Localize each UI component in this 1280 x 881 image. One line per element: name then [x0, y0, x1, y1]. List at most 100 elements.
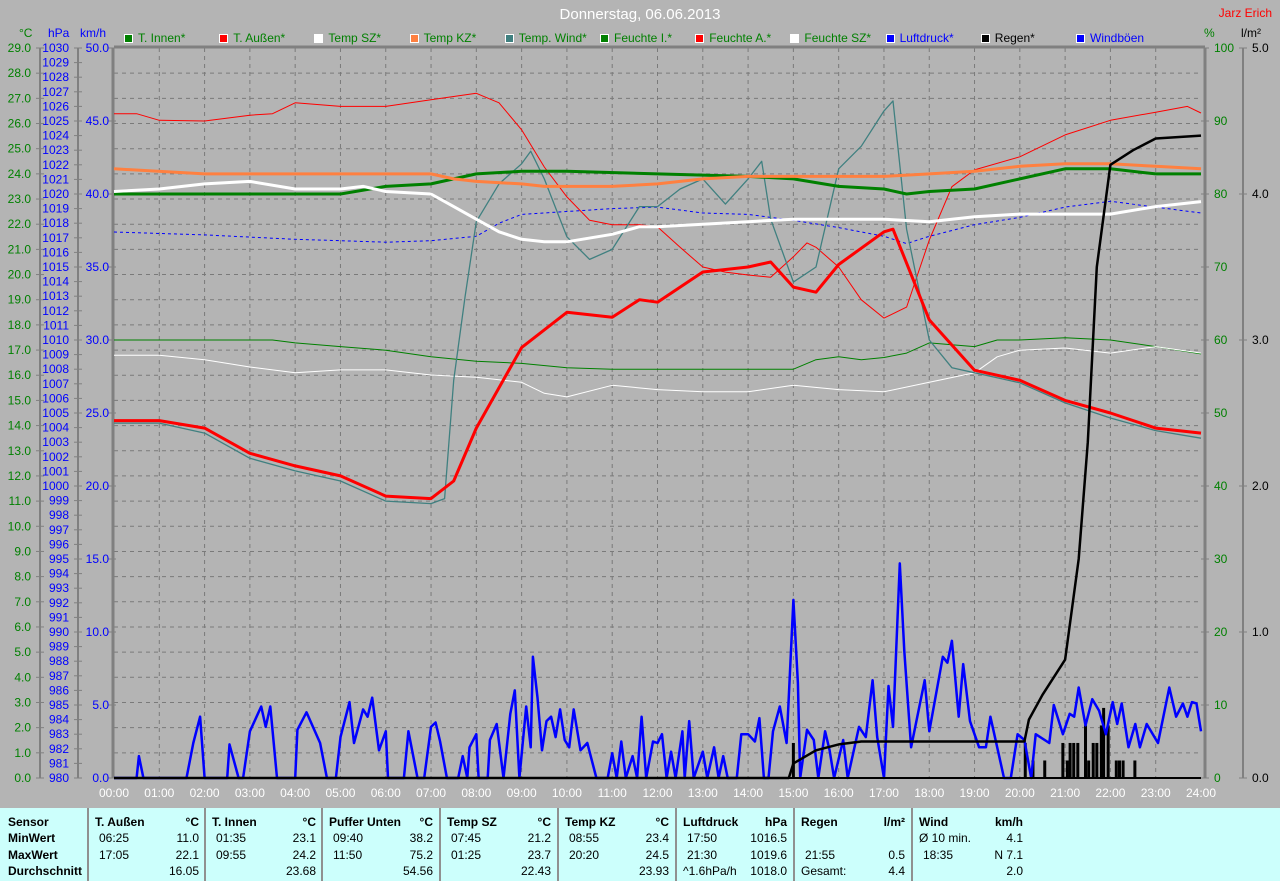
axis-tick-label: 1003: [42, 435, 69, 449]
stat-value: 11.0: [176, 831, 199, 845]
axis-tick-label: 1006: [42, 391, 69, 405]
stats-column: Wind km/h Ø 10 min. 4.1 18:35 N 7.1 2.0: [913, 808, 1029, 881]
axis-tick-label: 987: [49, 669, 69, 683]
x-tick-label: 01:00: [144, 786, 174, 800]
axis-tick-label: 10.0: [86, 625, 110, 639]
axis-hpa: 9809819829839849859869879889899909919929…: [42, 41, 82, 785]
axis-tick-label: 40: [1214, 479, 1228, 493]
axis-tick-label: 1019: [42, 202, 69, 216]
axis-tick-label: 1020: [42, 187, 69, 201]
axis-tick-label: 2.0: [14, 721, 31, 735]
axis-tick-label: 1.0: [14, 746, 31, 760]
stat-value: 22.1: [175, 848, 199, 862]
axis-tick-label: 998: [49, 508, 69, 522]
rain-bar: [1068, 742, 1072, 778]
axis-tick-label: 991: [49, 610, 69, 624]
axis-tick-label: 1024: [42, 129, 69, 143]
stats-column: Puffer Unten °C 09:40 38.2 11:50 75.2 54.56: [323, 808, 439, 881]
axis-tick-label: 990: [49, 625, 69, 639]
stat-value: 23.1: [292, 831, 316, 845]
axis-tick-label: 1015: [42, 260, 69, 274]
axis-tick-label: 1029: [42, 56, 69, 70]
stat-value: 23.68: [285, 864, 316, 878]
series-luftdruck: [113, 200, 1202, 245]
stat-value: 54.56: [402, 864, 433, 878]
axis-tick-label: 70: [1214, 260, 1228, 274]
rain-bar: [1061, 742, 1065, 778]
axis-tick-label: 1012: [42, 304, 69, 318]
stat-value: 24.2: [292, 848, 316, 862]
x-tick-label: 10:00: [552, 786, 582, 800]
x-tick-label: 22:00: [1095, 786, 1125, 800]
x-tick-label: 04:00: [280, 786, 310, 800]
rain-bar: [1076, 742, 1080, 778]
rain-bar: [1091, 742, 1095, 778]
axis-tick-label: 1004: [42, 421, 69, 435]
axis-tick-label: 980: [49, 771, 69, 785]
axis-tick-label: 1028: [42, 70, 69, 84]
axis-tick-label: 1025: [42, 114, 69, 128]
row-label: MaxWert: [8, 848, 58, 862]
rain-bar: [1087, 760, 1091, 778]
axis-tick-label: 999: [49, 494, 69, 508]
x-tick-label: 03:00: [235, 786, 265, 800]
axis-tick-label: 3.0: [14, 695, 31, 709]
axis-tick-label: 1027: [42, 85, 69, 99]
axis-tick-label: 1007: [42, 377, 69, 391]
axis-tick-label: 1009: [42, 348, 69, 362]
stat-value: 75.2: [409, 848, 433, 862]
x-tick-label: 05:00: [325, 786, 355, 800]
x-tick-label: 20:00: [1005, 786, 1035, 800]
row-label: MinWert: [8, 831, 56, 845]
axis-tick-label: 986: [49, 683, 69, 697]
axis-tick-label: 995: [49, 552, 69, 566]
axis-tick-label: 50: [1214, 406, 1228, 420]
weather-chart: 0.0 1.0 2.0 3.0 4.0 5.0 6.0 7.0 8.0 9.0 10.0 11.0 12…: [8, 41, 1269, 800]
axis-tick-label: 45.0: [86, 114, 110, 128]
axis-tick-label: 5.0: [1252, 41, 1269, 55]
rain-bar: [1095, 742, 1099, 778]
stat-value: 23.93: [638, 864, 669, 878]
stat-value: 21.2: [527, 831, 551, 845]
axis-tick-label: 60: [1214, 333, 1228, 347]
axis-tick-label: 1022: [42, 158, 69, 172]
axis-tick-label: 15.0: [8, 393, 32, 407]
column-unit: °C: [185, 815, 199, 829]
x-tick-label: 19:00: [960, 786, 990, 800]
axis-tick-label: 14.0: [8, 419, 32, 433]
axis-tick-label: 19.0: [8, 293, 32, 307]
axis-tick-label: 4.0: [14, 670, 31, 684]
stat-value: N 7.1: [994, 848, 1023, 862]
axis-tick-label: 1030: [42, 41, 69, 55]
axis-tick-label: 1002: [42, 450, 69, 464]
statistics-table: Sensor MinWert MaxWert Durchschnitt T. Außen…: [0, 808, 1280, 881]
axis-tick-label: 1017: [42, 231, 69, 245]
axis-tick-label: 983: [49, 727, 69, 741]
column-unit: hPa: [764, 815, 787, 829]
axis-tick-label: 27.0: [8, 91, 32, 105]
row-labels: Sensor MinWert MaxWert Durchschnitt: [0, 808, 88, 881]
stats-column: Luftdruck hPa 17:50 1016.5 21:30 1019.6 ^1.6hP…: [677, 808, 793, 881]
column-unit: km/h: [994, 815, 1023, 829]
x-tick-label: 08:00: [461, 786, 491, 800]
axis-tick-label: 25.0: [86, 406, 110, 420]
rain-bar: [1072, 742, 1076, 778]
axis-tick-label: 1026: [42, 99, 69, 113]
axis-tick-label: 5.0: [92, 698, 109, 712]
axis-tick-label: 4.0: [1252, 187, 1269, 201]
stats-column: Temp SZ °C 07:45 21.2 01:25 23.7 22.43: [441, 808, 557, 881]
x-tick-label: 13:00: [688, 786, 718, 800]
stat-value: 2.0: [1006, 864, 1023, 878]
axis-tick-label: 984: [49, 713, 69, 727]
column-unit: °C: [302, 815, 316, 829]
stat-value: 23.7: [527, 848, 551, 862]
axis-tick-label: 16.0: [8, 368, 32, 382]
x-tick-label: 09:00: [507, 786, 537, 800]
series-feuchte-a: [114, 92, 1202, 319]
axis-tick-label: 30: [1214, 552, 1228, 566]
axis-tick-label: 21.0: [8, 242, 32, 256]
axis-tick-label: 981: [49, 756, 69, 770]
axis-tick-label: 24.0: [8, 167, 32, 181]
axis-tick-label: 90: [1214, 114, 1228, 128]
stat-value: 0.5: [888, 848, 905, 862]
